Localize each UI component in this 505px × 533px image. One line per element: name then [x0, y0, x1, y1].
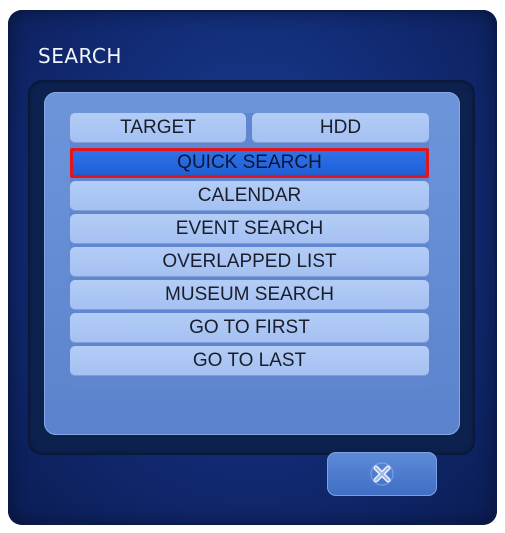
close-icon — [370, 462, 394, 486]
menu-item-overlapped-list[interactable]: OVERLAPPED LIST — [70, 247, 429, 277]
menu-item-calendar[interactable]: CALENDAR — [70, 181, 429, 211]
tab-hdd[interactable]: HDD — [252, 113, 429, 143]
search-menu: TARGET HDD QUICK SEARCH CALENDAR EVENT S… — [70, 113, 429, 388]
menu-item-go-to-last[interactable]: GO TO LAST — [70, 346, 429, 376]
menu-item-go-to-first[interactable]: GO TO FIRST — [70, 313, 429, 343]
menu-item-quick-search[interactable]: QUICK SEARCH — [70, 148, 429, 178]
dialog-title: SEARCH — [38, 44, 122, 68]
menu-item-event-search[interactable]: EVENT SEARCH — [70, 214, 429, 244]
tab-target[interactable]: TARGET — [70, 113, 246, 143]
close-button[interactable] — [327, 452, 437, 496]
menu-item-museum-search[interactable]: MUSEUM SEARCH — [70, 280, 429, 310]
